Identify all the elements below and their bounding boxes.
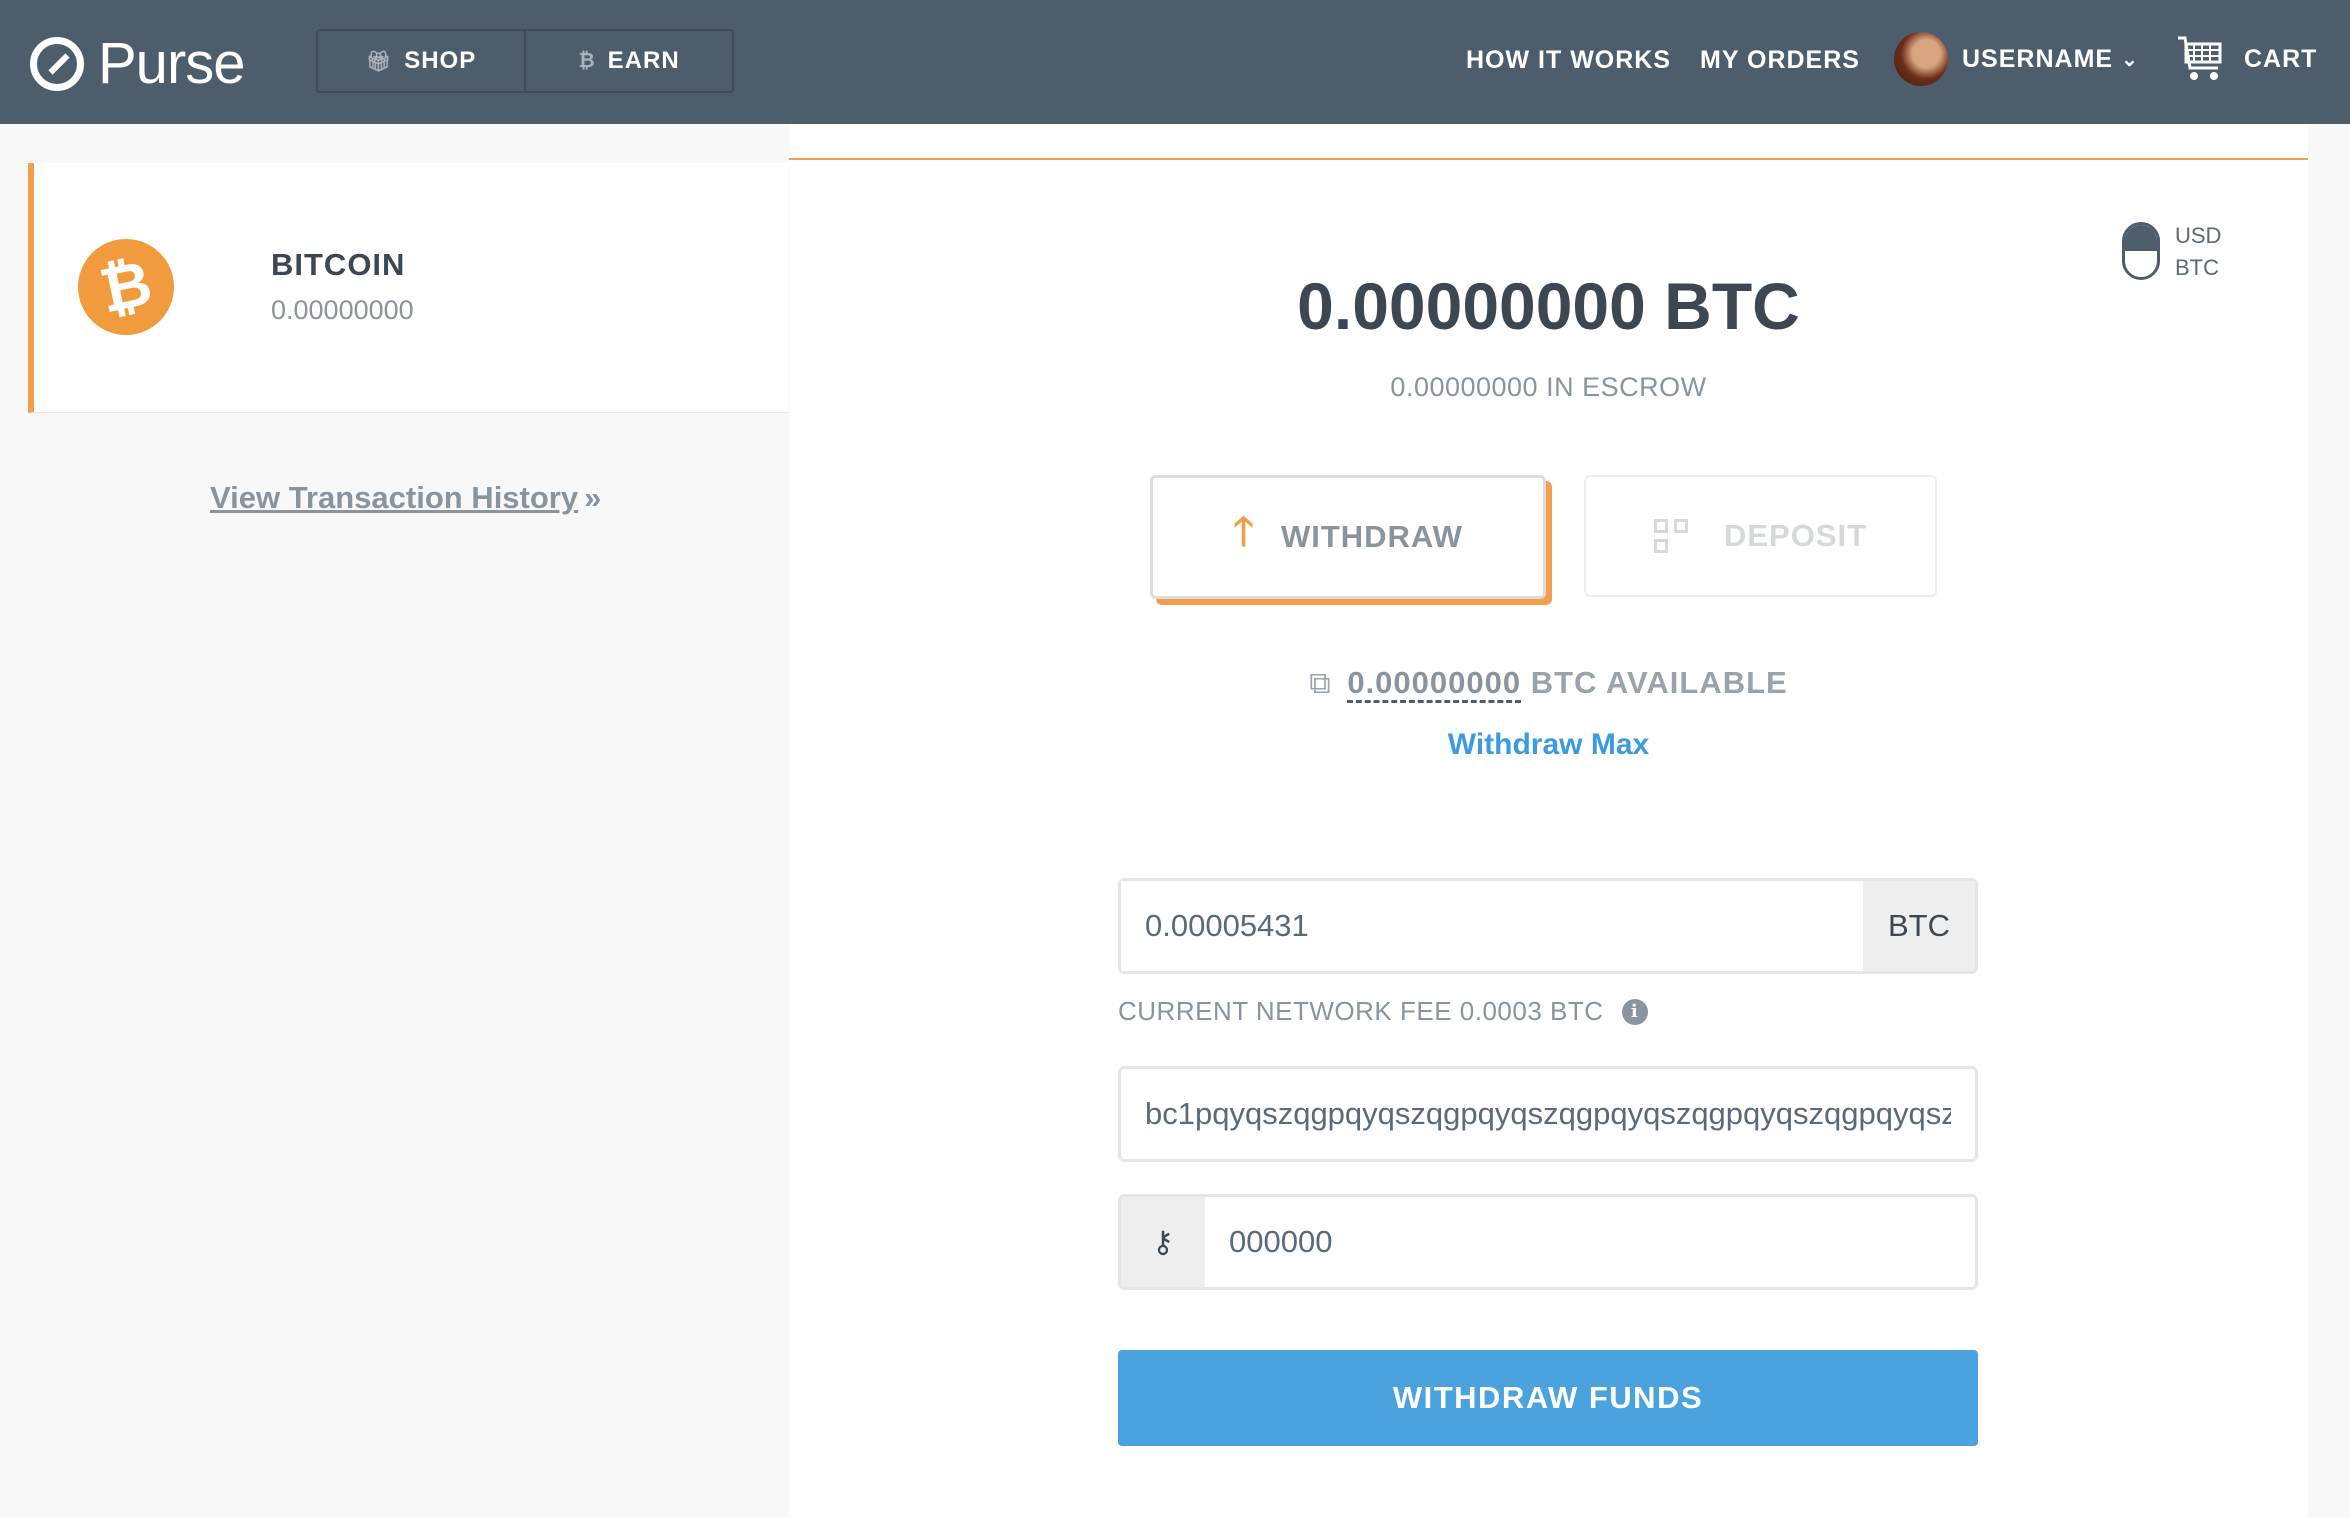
purse-logo[interactable]: Purse <box>30 30 246 97</box>
cart-icon <box>2178 36 2222 80</box>
earn-label: EARN <box>607 47 680 74</box>
wallet-balance: 0.00000000 BTC <box>1297 269 1800 343</box>
escrow-balance: 0.00000000 IN ESCROW <box>1390 372 1707 402</box>
available-amount[interactable]: 0.00000000 <box>1347 665 1522 703</box>
amount-input[interactable] <box>1121 881 1863 971</box>
top-header: Purse 🎁︎ SHOP ₿ EARN HOW IT WORKS MY ORD… <box>0 0 2350 124</box>
bitcoin-icon: ₿ <box>69 230 183 344</box>
tab-deposit-label: DEPOSIT <box>1723 518 1868 553</box>
main-top-strip <box>789 124 2308 160</box>
tx-history-label: View Transaction History <box>210 480 579 515</box>
shop-earn-nav: 🎁︎ SHOP ₿ EARN <box>316 29 734 93</box>
coin-balance: 0.00000000 <box>271 295 414 325</box>
username: USERNAME <box>1962 44 2114 73</box>
arrow-up-icon: 🡑 <box>1233 510 1255 554</box>
how-it-works-link[interactable]: HOW IT WORKS <box>1466 46 1671 75</box>
key-icon: ⚷ <box>1121 1197 1205 1287</box>
my-orders-link[interactable]: MY ORDERS <box>1700 46 1860 75</box>
info-icon[interactable]: i <box>1621 998 1648 1025</box>
amount-unit: BTC <box>1863 881 1975 971</box>
network-fee-text: CURRENT NETWORK FEE 0.0003 BTC <box>1118 996 1604 1026</box>
view-transaction-history-link[interactable]: View Transaction History» <box>210 480 601 516</box>
cart-button[interactable]: CART <box>2176 34 2317 84</box>
shop-button[interactable]: 🎁︎ SHOP <box>318 31 524 91</box>
network-fee-note: CURRENT NETWORK FEE 0.0003 BTC i <box>1118 996 1648 1027</box>
amount-field-group: BTC <box>1118 878 1978 974</box>
coin-name: BITCOIN <box>271 247 406 282</box>
2fa-code-input[interactable] <box>1205 1197 1975 1287</box>
avatar <box>1894 32 1948 86</box>
available-suffix: BTC AVAILABLE <box>1530 665 1788 700</box>
qr-code-icon <box>1653 519 1688 553</box>
bitcoin-wallet-card[interactable]: ₿ BITCOIN 0.00000000 <box>28 163 788 413</box>
shop-label: SHOP <box>404 47 477 74</box>
cart-label: CART <box>2244 44 2318 73</box>
wallet-main-panel <box>789 160 2308 1518</box>
purse-logo-icon <box>30 36 84 91</box>
tab-withdraw[interactable]: 🡑 WITHDRAW <box>1150 475 1546 599</box>
address-input[interactable] <box>1118 1066 1978 1162</box>
tab-withdraw-label: WITHDRAW <box>1280 519 1463 554</box>
2fa-code-field-group: ⚷ <box>1118 1194 1978 1290</box>
withdraw-max-link[interactable]: Withdraw Max <box>789 728 2308 762</box>
copy-icon[interactable]: ⧉ <box>1309 667 1331 700</box>
withdraw-funds-button[interactable]: WITHDRAW FUNDS <box>1118 1350 1978 1446</box>
gift-icon: 🎁︎ <box>365 50 393 73</box>
user-menu[interactable]: USERNAME ⌄ <box>1894 32 2139 86</box>
logo-text: Purse <box>98 31 246 96</box>
double-chevron-right-icon: » <box>584 480 602 515</box>
available-balance: ⧉ 0.00000000 BTC AVAILABLE <box>789 665 2308 703</box>
chevron-down-icon: ⌄ <box>2121 48 2139 71</box>
tab-deposit[interactable]: DEPOSIT <box>1584 475 1937 597</box>
earn-button[interactable]: ₿ EARN <box>524 31 732 91</box>
bitcoin-icon: ₿ <box>578 49 596 72</box>
toggle-usd-label: USD <box>2175 223 2222 248</box>
